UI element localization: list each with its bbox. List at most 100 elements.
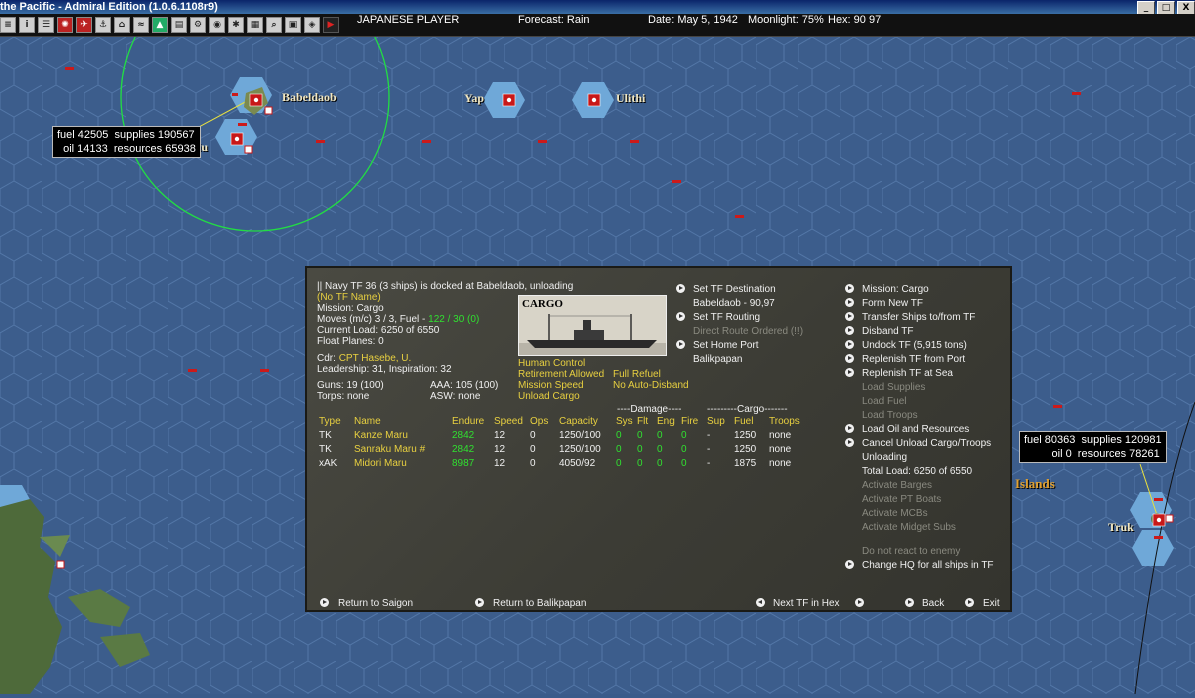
control-mission-speed[interactable]: Mission Speed: [518, 380, 584, 391]
table-row-2-cell-5: 4050/92: [559, 458, 596, 469]
return-balikpapan-button[interactable]: Return to Balikpapan: [493, 598, 586, 609]
menu-item-11-arrow-icon[interactable]: [845, 438, 854, 447]
menu-item-16: Activate MCBs: [862, 508, 928, 519]
cargo-group-header: ---------Cargo-------: [707, 404, 788, 415]
menu-item-2-arrow-icon[interactable]: [845, 312, 854, 321]
menu-icon[interactable]: ≡: [0, 17, 16, 33]
info-icon[interactable]: i: [19, 17, 35, 33]
ground-unit-icon[interactable]: ▲: [152, 17, 168, 33]
close-button[interactable]: X: [1177, 1, 1195, 15]
convoy-icon[interactable]: ≈: [133, 17, 149, 33]
next-tf-button[interactable]: Next TF in Hex: [773, 598, 840, 609]
menu-item-1-arrow-icon[interactable]: [845, 298, 854, 307]
return-saigon-arrow-icon[interactable]: [320, 598, 329, 607]
forecast-label: Forecast: Rain: [518, 14, 590, 26]
base-icon[interactable]: ⌂: [114, 17, 130, 33]
control-human[interactable]: Human Control: [518, 358, 585, 369]
set-destination-button[interactable]: Set TF Destination: [693, 284, 776, 295]
menu-item-4[interactable]: Undock TF (5,915 tons): [862, 340, 967, 351]
end-turn-icon[interactable]: ▶: [323, 17, 339, 33]
japan-flag-icon[interactable]: ✺: [57, 17, 73, 33]
menu-item-4-arrow-icon[interactable]: [845, 340, 854, 349]
menu-item-0-arrow-icon[interactable]: [845, 284, 854, 293]
cdr-name[interactable]: CPT Hasebe, U.: [339, 353, 412, 364]
list-icon[interactable]: ☰: [38, 17, 54, 33]
menu-item-17: Activate Midget Subs: [862, 522, 956, 533]
menu-item-3-arrow-icon[interactable]: [845, 326, 854, 335]
exit-button[interactable]: Exit: [983, 598, 1000, 609]
control-retirement[interactable]: Retirement Allowed: [518, 369, 604, 380]
menu-item-5-arrow-icon[interactable]: [845, 354, 854, 363]
set-routing-button[interactable]: Set TF Routing: [693, 312, 760, 323]
menu-item-8: Load Fuel: [862, 396, 907, 407]
task-force-panel: || Navy TF 36 (3 ships) is docked at Bab…: [305, 266, 1012, 612]
return-saigon-button[interactable]: Return to Saigon: [338, 598, 413, 609]
intel-icon[interactable]: ◉: [209, 17, 225, 33]
back-button[interactable]: Back: [922, 598, 944, 609]
map-label-ulithi: Ulithi: [616, 91, 646, 105]
set-routing-arrow-icon[interactable]: [676, 312, 685, 321]
return-balikpapan-arrow-icon[interactable]: [475, 598, 484, 607]
menu-item-5[interactable]: Replenish TF from Port: [862, 354, 965, 365]
next-tf-arrow-icon[interactable]: [855, 598, 864, 607]
menu-item-2[interactable]: Transfer Ships to/from TF: [862, 312, 975, 323]
settings-icon[interactable]: ✱: [228, 17, 244, 33]
tf-current-load: Current Load: 6250 of 6550: [317, 325, 440, 336]
menu-bottom-item-1[interactable]: Change HQ for all ships in TF: [862, 560, 994, 571]
control-unload-cargo[interactable]: Unload Cargo: [518, 391, 580, 402]
map-icon[interactable]: ▦: [247, 17, 263, 33]
table-header-flt: Flt: [637, 416, 649, 427]
menu-item-1[interactable]: Form New TF: [862, 298, 923, 309]
menu-item-6-arrow-icon[interactable]: [845, 368, 854, 377]
calendar-icon[interactable]: ▣: [285, 17, 301, 33]
production-icon[interactable]: ⚙: [190, 17, 206, 33]
map-label-truk: Truk: [1108, 520, 1134, 534]
menu-item-0[interactable]: Mission: Cargo: [862, 284, 929, 295]
set-destination-arrow-icon[interactable]: [676, 284, 685, 293]
tf-torps: Torps: none: [317, 391, 370, 402]
menu-item-11[interactable]: Cancel Unload Cargo/Troops: [862, 438, 991, 449]
menu-bottom-item-0: Do not react to enemy: [862, 546, 961, 557]
table-row-2-cell-0: xAK: [319, 458, 338, 469]
tf-name[interactable]: (No TF Name): [317, 292, 381, 303]
table-row-2-cell-1[interactable]: Midori Maru: [354, 458, 407, 469]
ship-icon[interactable]: ⚓: [95, 17, 111, 33]
menu-item-10-arrow-icon[interactable]: [845, 424, 854, 433]
menu-item-10[interactable]: Load Oil and Resources: [862, 424, 969, 435]
exit-arrow-icon[interactable]: [965, 598, 974, 607]
menu-item-6[interactable]: Replenish TF at Sea: [862, 368, 953, 379]
table-row-1-cell-9: 0: [681, 444, 687, 455]
maximize-button[interactable]: □: [1157, 1, 1175, 15]
table-row-1-cell-7: 0: [637, 444, 643, 455]
prev-tf-arrow-icon[interactable]: [756, 598, 765, 607]
toolbar: ≡ i ☰ ✺ ✈ ⚓ ⌂ ≈ ▲ ▤ ⚙ ◉ ✱ ▦ ⌕ ▣ ◈ ▶ JAPA…: [0, 14, 1195, 37]
back-arrow-icon[interactable]: [905, 598, 914, 607]
table-row-2-cell-8: 0: [657, 458, 663, 469]
set-home-arrow-icon[interactable]: [676, 340, 685, 349]
table-row-0-cell-1[interactable]: Kanze Maru: [354, 430, 408, 441]
window-controls: _ □ X: [1135, 0, 1195, 15]
tf-asw: ASW: none: [430, 391, 481, 402]
chart-icon[interactable]: ▤: [171, 17, 187, 33]
table-header-name: Name: [354, 416, 381, 427]
home-port-value: Balikpapan: [693, 354, 743, 365]
table-row-1-cell-1[interactable]: Sanraku Maru #: [354, 444, 425, 455]
table-header-eng: Eng: [657, 416, 675, 427]
menu-bottom-item-1-arrow-icon[interactable]: [845, 560, 854, 569]
ship-class-image: CARGO: [518, 295, 667, 356]
air-unit-icon[interactable]: ✈: [76, 17, 92, 33]
options-icon[interactable]: ◈: [304, 17, 320, 33]
minimize-button[interactable]: _: [1137, 1, 1155, 15]
menu-item-3[interactable]: Disband TF: [862, 326, 914, 337]
table-header-capacity: Capacity: [559, 416, 598, 427]
table-row-2-cell-7: 0: [637, 458, 643, 469]
babeldaob-resource-tooltip: fuel 42505 supplies 190567 oil 14133 res…: [52, 126, 201, 158]
control-full-refuel[interactable]: Full Refuel: [613, 369, 661, 380]
table-header-fuel: Fuel: [734, 416, 754, 427]
table-row-1-cell-11: 1250: [734, 444, 757, 455]
control-auto-disband[interactable]: No Auto-Disband: [613, 380, 689, 391]
set-home-button[interactable]: Set Home Port: [693, 340, 759, 351]
cdr-label: Cdr:: [317, 353, 336, 364]
search-icon[interactable]: ⌕: [266, 17, 282, 33]
table-row-1-cell-3: 12: [494, 444, 506, 455]
